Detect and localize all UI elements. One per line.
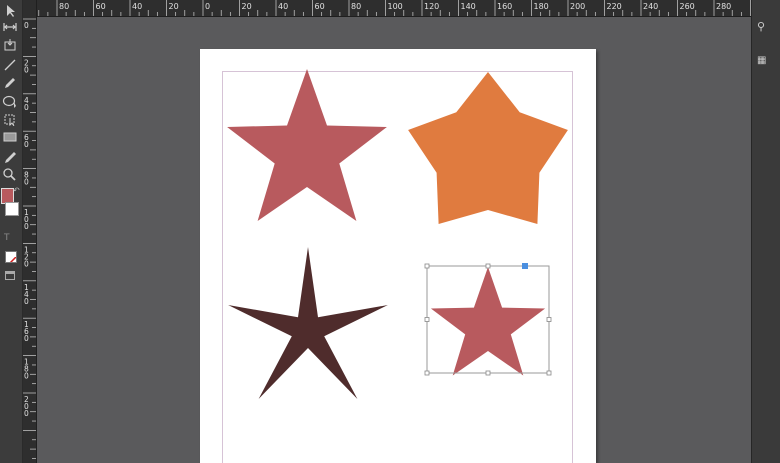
ruler-label: 0 <box>205 2 210 11</box>
pencil-tool-icon[interactable] <box>2 76 18 90</box>
swap-fill-stroke-icon[interactable]: ↶ <box>13 186 20 195</box>
ruler-label: 180 <box>534 2 549 11</box>
resize-handle[interactable] <box>424 263 430 269</box>
ruler-label: 60 <box>24 133 29 149</box>
resize-handle[interactable] <box>485 370 491 376</box>
ruler-label: 20 <box>169 2 179 11</box>
resize-handle[interactable] <box>424 317 430 322</box>
artwork-layer <box>227 69 568 399</box>
ruler-label: 80 <box>24 171 29 187</box>
ruler-label: 200 <box>24 395 29 418</box>
content-grabber-handle[interactable] <box>522 263 528 269</box>
ruler-label: 160 <box>497 2 512 11</box>
zoom-tool-icon[interactable] <box>2 167 18 181</box>
horizontal-ruler[interactable]: 80 60 40 20 0 20 40 60 80 100 120 140 160 180 200 220 24… <box>36 0 751 17</box>
resize-handle[interactable] <box>485 263 491 269</box>
fill-stroke-swatches[interactable]: ↶ <box>1 186 20 226</box>
panel-icon[interactable]: ▦ <box>757 55 766 66</box>
star-bottom-left[interactable] <box>228 247 388 399</box>
panel-search-icon[interactable]: ⚲ <box>757 20 765 33</box>
free-transform-icon[interactable] <box>2 112 18 126</box>
gradient-tool-icon[interactable] <box>2 130 18 144</box>
ruler-label: 120 <box>424 2 439 11</box>
ruler-label: 140 <box>461 2 476 11</box>
star-bottom-right-selected[interactable] <box>430 267 546 376</box>
content-collector-icon[interactable] <box>2 38 18 52</box>
eyedropper-tool-icon[interactable] <box>2 150 18 164</box>
ruler-label: 80 <box>351 2 361 11</box>
ruler-label: 120 <box>24 245 29 268</box>
ruler-label: 20 <box>24 58 29 74</box>
ruler-label: 60 <box>96 2 106 11</box>
resize-handle[interactable] <box>424 370 430 376</box>
ruler-label: 60 <box>315 2 325 11</box>
ruler-label: 240 <box>643 2 658 11</box>
ruler-label: 40 <box>132 2 142 11</box>
selection-tool-icon[interactable] <box>2 4 18 18</box>
ruler-label: 40 <box>24 96 29 112</box>
tools-panel: ↶ T <box>0 0 23 463</box>
ruler-label: 260 <box>680 2 695 11</box>
polygon-tool-icon[interactable] <box>2 94 18 108</box>
ruler-label: 280 <box>716 2 731 11</box>
gap-tool-icon[interactable] <box>2 20 18 34</box>
ruler-label: 180 <box>24 358 29 381</box>
panels-dock: ⚲ ▦ <box>751 0 780 463</box>
stroke-swatch[interactable] <box>5 202 19 216</box>
ruler-label: 140 <box>24 283 29 306</box>
star-top-right[interactable] <box>408 72 568 224</box>
line-tool-icon[interactable] <box>2 58 18 72</box>
ruler-label: 80 <box>59 2 69 11</box>
apply-none-icon[interactable] <box>5 251 17 263</box>
resize-handle[interactable] <box>546 317 552 322</box>
vertical-ruler[interactable]: 0 20 40 60 80 100 120 140 160 180 200 <box>22 16 37 463</box>
resize-handle[interactable] <box>546 370 552 376</box>
ruler-label: 0 <box>24 21 29 30</box>
ruler-label: 220 <box>607 2 622 11</box>
ruler-label: 160 <box>24 320 29 343</box>
formatting-text-icon[interactable]: T <box>4 233 10 243</box>
ruler-label: 20 <box>242 2 252 11</box>
ruler-origin-corner[interactable] <box>22 0 37 17</box>
ruler-label: 40 <box>278 2 288 11</box>
star-top-left[interactable] <box>227 69 387 221</box>
screen-mode-icon[interactable] <box>5 271 15 280</box>
ruler-label: 100 <box>24 208 29 231</box>
ruler-label: 100 <box>388 2 403 11</box>
ruler-label: 200 <box>570 2 585 11</box>
indesign-window: 80 60 40 20 0 20 40 60 80 100 120 140 160 180 200 220 24… <box>0 0 780 463</box>
